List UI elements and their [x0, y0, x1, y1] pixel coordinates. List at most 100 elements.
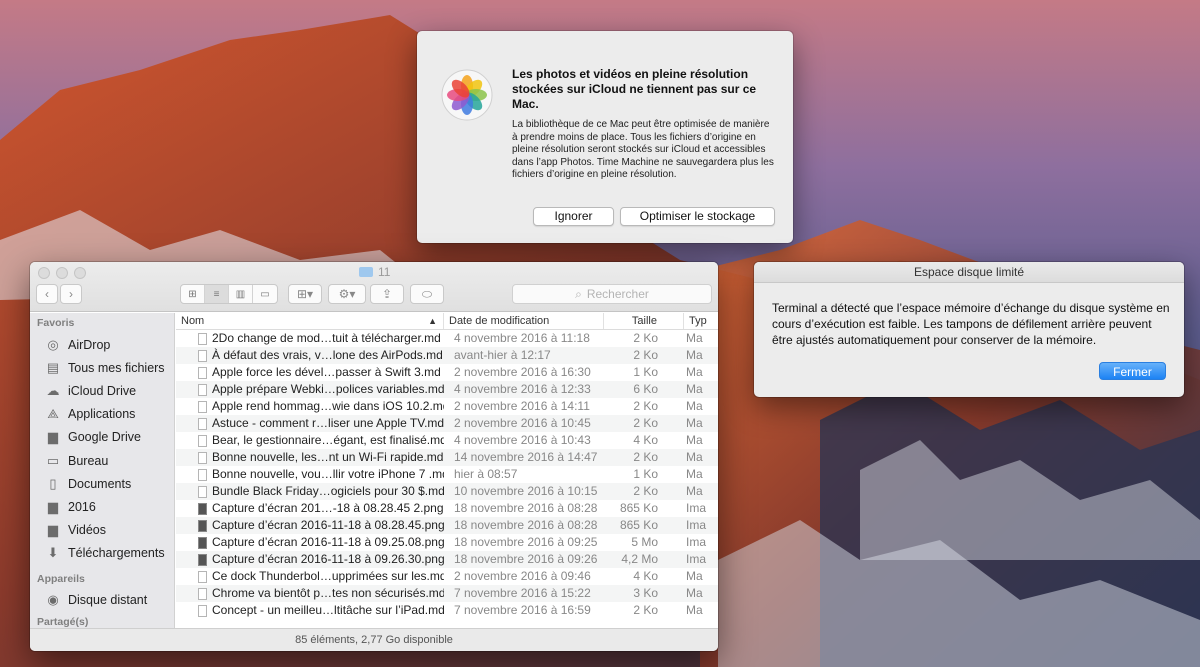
file-type: Ma	[686, 433, 703, 447]
optimize-storage-button[interactable]: Optimiser le stockage	[620, 207, 775, 226]
file-name: Chrome va bientôt p…tes non sécurisés.md	[212, 586, 444, 600]
table-row[interactable]: Apple rend hommag…wie dans iOS 10.2.md 2 …	[176, 398, 718, 415]
sidebar-item-2016[interactable]: ▆ 2016	[30, 495, 174, 518]
file-size: 6 Ko	[633, 382, 658, 396]
table-row[interactable]: Capture d’écran 2016-11-18 à 09.26.30.pn…	[176, 551, 718, 568]
back-button[interactable]: ‹	[36, 284, 58, 304]
name-column-header[interactable]: Nom ▲	[176, 313, 444, 329]
file-type: Ma	[686, 569, 703, 583]
alert-title: Les photos et vidéos en pleine résolutio…	[512, 67, 757, 111]
file-size: 2 Ko	[633, 348, 658, 362]
icon-view-button[interactable]: ⊞	[181, 285, 205, 303]
file-name: Apple force les dével…passer à Swift 3.m…	[212, 365, 441, 379]
share-icon: ⇪	[381, 287, 393, 301]
file-date: 18 novembre 2016 à 09:25	[454, 535, 598, 549]
file-size: 4 Ko	[633, 433, 658, 447]
cover-flow-button[interactable]: ▭	[253, 285, 277, 303]
table-row[interactable]: Bundle Black Friday…ogiciels pour 30 $.m…	[176, 483, 718, 500]
table-row[interactable]: Capture d’écran 2016-11-18 à 09.25.08.pn…	[176, 534, 718, 551]
file-name: Bonne nouvelle, vou…llir votre iPhone 7 …	[212, 467, 444, 481]
sidebar-item-label: Tous mes fichiers	[68, 360, 165, 375]
close-window-button[interactable]	[38, 267, 50, 279]
table-row[interactable]: Chrome va bientôt p…tes non sécurisés.md…	[176, 585, 718, 602]
file-name-cell: Bonne nouvelle, vou…llir votre iPhone 7 …	[176, 466, 444, 483]
search-input[interactable]: ⌕ Rechercher	[512, 284, 712, 304]
document-icon	[198, 434, 207, 447]
tag-icon: ⬭	[421, 286, 433, 301]
file-date: 7 novembre 2016 à 16:59	[454, 603, 591, 617]
table-row[interactable]: Bear, le gestionnaire…égant, est finalis…	[176, 432, 718, 449]
file-name: Ce dock Thunderbol…upprimées sur les.md	[212, 569, 444, 583]
type-column-header[interactable]: Typ	[684, 313, 718, 329]
sidebar-item-icloud-drive[interactable]: ☁ iCloud Drive	[30, 379, 174, 402]
close-button[interactable]: Fermer	[1099, 362, 1166, 380]
zoom-window-button[interactable]	[74, 267, 86, 279]
file-size: 2 Ko	[633, 331, 658, 345]
file-size: 4,2 Mo	[621, 552, 658, 566]
sidebar-item-airdrop[interactable]: ◎ AirDrop	[30, 333, 174, 356]
document-icon	[198, 332, 207, 345]
file-name: Capture d’écran 201…-18 à 08.28.45 2.png	[212, 501, 444, 515]
share-button[interactable]: ⇪	[370, 284, 404, 304]
table-row[interactable]: Ce dock Thunderbol…upprimées sur les.md 2…	[176, 568, 718, 585]
table-row[interactable]: 2Do change de mod…tuit à télécharger.md 4…	[176, 330, 718, 347]
table-row[interactable]: Bonne nouvelle, les…nt un Wi-Fi rapide.m…	[176, 449, 718, 466]
sort-arrow-icon: ▲	[428, 316, 437, 326]
sidebar-item-documents[interactable]: ▯ Documents	[30, 472, 174, 495]
file-name: Bundle Black Friday…ogiciels pour 30 $.m…	[212, 484, 444, 498]
alert-body: La bibliothèque de ce Mac peut être opti…	[512, 119, 774, 181]
ignore-button[interactable]: Ignorer	[533, 207, 614, 226]
table-row[interactable]: Apple prépare Webki…polices variables.md…	[176, 381, 718, 398]
file-size: 1 Ko	[633, 467, 658, 481]
file-name-cell: Capture d’écran 201…-18 à 08.28.45 2.png	[176, 500, 444, 517]
size-column-header[interactable]: Taille	[604, 313, 684, 329]
sidebar-item-disque-distant[interactable]: ◉ Disque distant	[30, 589, 174, 612]
status-bar: 85 éléments, 2,77 Go disponible	[30, 628, 718, 651]
file-date: 2 novembre 2016 à 09:46	[454, 569, 591, 583]
table-row[interactable]: Capture d’écran 2016-11-18 à 08.28.45.pn…	[176, 517, 718, 534]
finder-toolbar: 11 ‹ › ⊞ ≡ ▥ ▭ ⊞▾ ⚙▾ ⇪ ⬭ ⌕ Rechercher	[30, 262, 718, 312]
file-name: Bonne nouvelle, les…nt un Wi-Fi rapide.m…	[212, 450, 444, 464]
sidebar-item-label: Google Drive	[68, 430, 141, 445]
table-row[interactable]: Bonne nouvelle, vou…llir votre iPhone 7 …	[176, 466, 718, 483]
sidebar-item-téléchargements[interactable]: ⬇ Téléchargements	[30, 542, 174, 565]
photos-app-icon	[441, 69, 493, 121]
remote-disk-icon: ◉	[47, 592, 59, 608]
file-type: Ma	[686, 348, 703, 362]
tags-button[interactable]: ⬭	[410, 284, 444, 304]
devices-header: Appareils	[37, 572, 85, 585]
table-row[interactable]: À défaut des vrais, v…lone des AirPods.m…	[176, 347, 718, 364]
image-file-icon	[198, 502, 207, 515]
arrange-icon: ⊞▾	[296, 287, 314, 301]
forward-button[interactable]: ›	[60, 284, 82, 304]
file-name-cell: Apple force les dével…passer à Swift 3.m…	[176, 364, 444, 381]
minimize-window-button[interactable]	[56, 267, 68, 279]
document-icon	[198, 383, 207, 396]
arrange-button[interactable]: ⊞▾	[288, 284, 322, 304]
finder-sidebar: Favoris ◎ AirDrop ▤ Tous mes fichiers ☁ iClou…	[30, 313, 175, 628]
sidebar-item-google-drive[interactable]: ▆ Google Drive	[30, 426, 174, 449]
table-row[interactable]: Concept - un meilleu…ltitâche sur l’iPad…	[176, 602, 718, 619]
file-date: 2 novembre 2016 à 14:11	[454, 399, 590, 413]
columns-icon: ▥	[235, 288, 246, 300]
sidebar-item-tous-mes-fichiers[interactable]: ▤ Tous mes fichiers	[30, 356, 174, 379]
favorites-header: Favoris	[37, 317, 75, 329]
column-view-button[interactable]: ▥	[229, 285, 253, 303]
action-button[interactable]: ⚙▾	[328, 284, 366, 304]
file-name-cell: Apple prépare Webki…polices variables.md	[176, 381, 444, 398]
table-row[interactable]: Capture d’écran 201…-18 à 08.28.45 2.png…	[176, 500, 718, 517]
name-column-label: Nom	[181, 315, 205, 327]
document-icon	[198, 485, 207, 498]
file-name: Concept - un meilleu…ltitâche sur l’iPad…	[212, 603, 444, 617]
file-name-cell: Capture d’écran 2016-11-18 à 09.25.08.pn…	[176, 534, 444, 551]
list-icon: ≡	[213, 288, 220, 300]
table-row[interactable]: Astuce - comment r…liser une Apple TV.md…	[176, 415, 718, 432]
sidebar-item-applications[interactable]: ⟁ Applications	[30, 403, 174, 426]
sidebar-item-bureau[interactable]: ▭ Bureau	[30, 449, 174, 472]
file-date: 4 novembre 2016 à 10:43	[454, 433, 591, 447]
sidebar-item-vidéos[interactable]: ▆ Vidéos	[30, 519, 174, 542]
table-row[interactable]: Apple force les dével…passer à Swift 3.m…	[176, 364, 718, 381]
file-size: 2 Ko	[633, 399, 658, 413]
date-column-header[interactable]: Date de modification	[444, 313, 604, 329]
list-view-button[interactable]: ≡	[205, 285, 229, 303]
